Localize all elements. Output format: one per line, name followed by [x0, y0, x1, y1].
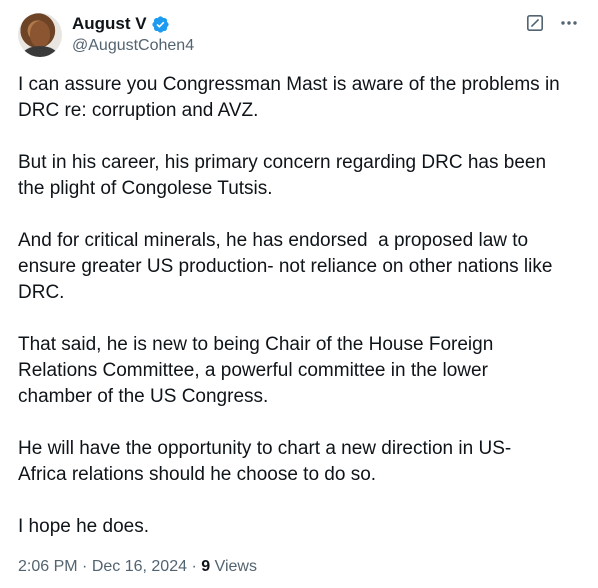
tweet-paragraph: I can assure you Congressman Mast is awa…	[18, 74, 560, 121]
tweet-paragraph: That said, he is new to being Chair of t…	[18, 334, 494, 407]
more-icon[interactable]	[558, 12, 580, 34]
tweet-meta: 2:06 PM · Dec 16, 2024 · 9 Views	[18, 558, 257, 576]
avatar-shirt	[22, 46, 58, 57]
meta-separator: ·	[77, 558, 92, 575]
meta-separator: ·	[187, 558, 202, 575]
tweet-text: I can assure you Congressman Mast is awa…	[18, 72, 580, 566]
tweet-paragraph: He will have the opportunity to chart a …	[18, 438, 512, 485]
verified-badge-icon[interactable]	[151, 15, 170, 34]
tweet-paragraph: I hope he does.	[18, 516, 149, 537]
tweet-top-actions	[524, 12, 580, 34]
author-display-name[interactable]: August V	[72, 14, 147, 34]
avatar[interactable]	[18, 13, 62, 57]
tweet-paragraph: But in his career, his primary concern r…	[18, 152, 547, 199]
tweet-date[interactable]: Dec 16, 2024	[92, 558, 187, 575]
author-name-row[interactable]: August V	[72, 13, 170, 35]
tweet-paragraph: And for critical minerals, he has endors…	[18, 230, 553, 303]
views-count[interactable]: 9	[201, 558, 210, 575]
tweet-time[interactable]: 2:06 PM	[18, 558, 78, 575]
author-handle[interactable]: @AugustCohen4	[72, 37, 194, 55]
views-label[interactable]: Views	[210, 558, 257, 575]
avatar-face	[30, 21, 50, 47]
grok-icon[interactable]	[524, 12, 546, 34]
